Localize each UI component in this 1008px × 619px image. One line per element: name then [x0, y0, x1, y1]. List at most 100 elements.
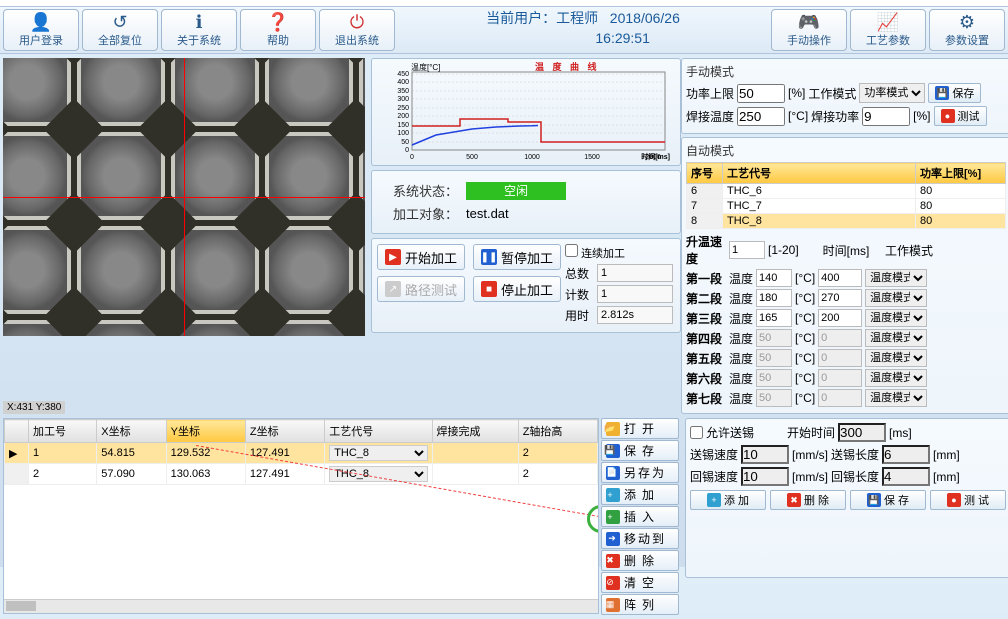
step-temp-input[interactable] [756, 369, 792, 387]
step-temp-input[interactable] [756, 309, 792, 327]
moveto-button[interactable]: ➜移动到 [601, 528, 679, 549]
step-time-input[interactable] [818, 289, 862, 307]
svg-text:150: 150 [397, 122, 409, 129]
power-limit-input[interactable] [737, 84, 785, 103]
step-mode-select[interactable]: 温度模式 [865, 369, 927, 387]
reset-button[interactable]: ↺全部复位 [82, 9, 158, 51]
recipe-save-button[interactable]: 💾保 存 [850, 490, 926, 510]
start-button[interactable]: ▶开始加工 [377, 244, 465, 270]
route-icon: ↗ [385, 281, 401, 297]
play-icon: ▶ [385, 249, 401, 265]
work-mode-select[interactable]: 功率模式 [859, 83, 925, 103]
about-button[interactable]: ℹ关于系统 [161, 9, 237, 51]
insert-button[interactable]: +插入 [601, 506, 679, 527]
step-mode-select[interactable]: 温度模式 [865, 269, 927, 287]
manual-save-button[interactable]: 💾保存 [928, 83, 981, 103]
power-icon: ⏻ [350, 12, 364, 32]
recipe-delete-button[interactable]: ✖删 除 [770, 490, 846, 510]
count-input[interactable] [597, 285, 673, 303]
status-badge: 空闲 [466, 182, 566, 200]
help-button[interactable]: ❓帮助 [240, 9, 316, 51]
heat-speed-input[interactable] [729, 241, 765, 259]
data-grid[interactable]: 加工号X坐标Y坐标Z坐标工艺代号焊接完成Z轴抬高▶154.815129.5321… [3, 418, 599, 614]
allow-wire-checkbox[interactable] [690, 426, 703, 439]
wire-back-speed-input[interactable] [741, 467, 789, 486]
step-mode-select[interactable]: 温度模式 [865, 309, 927, 327]
manual-test-button[interactable]: ●测试 [934, 106, 987, 126]
gear-icon: ⚙ [959, 12, 975, 32]
step-mode-select[interactable]: 温度模式 [865, 289, 927, 307]
wire-len-input[interactable] [882, 445, 930, 464]
step-temp-input[interactable] [756, 389, 792, 407]
step-row: 第五段温度[°C]温度模式 [686, 349, 1006, 367]
recipe-row[interactable]: 7THC_780 [687, 199, 1006, 214]
recipe-add-button[interactable]: +添 加 [690, 490, 766, 510]
svg-text:100: 100 [397, 130, 409, 137]
row-code-select[interactable]: THC_8 [329, 466, 427, 482]
chart-icon: 📈 [877, 12, 899, 32]
step-mode-select[interactable]: 温度模式 [865, 329, 927, 347]
save-icon: 💾 [867, 493, 881, 507]
step-mode-select[interactable]: 温度模式 [865, 349, 927, 367]
svg-text:0: 0 [405, 147, 409, 154]
step-row: 第一段温度[°C]温度模式 [686, 269, 1006, 287]
step-time-input[interactable] [818, 369, 862, 387]
stop-icon: ■ [481, 281, 497, 297]
recipe-test-button[interactable]: ●测 试 [930, 490, 1006, 510]
svg-text:1000: 1000 [524, 154, 540, 161]
step-time-input[interactable] [818, 309, 862, 327]
work-target: test.dat [466, 206, 509, 221]
test-icon: ● [947, 493, 961, 507]
weld-power-input[interactable] [862, 107, 910, 126]
wire-start-input[interactable] [838, 423, 886, 442]
weld-temp-input[interactable] [737, 107, 785, 126]
array-button[interactable]: ▦阵列 [601, 594, 679, 615]
table-row[interactable]: ▶154.815129.532127.491THC_82 [5, 443, 598, 464]
loop-checkbox[interactable] [565, 244, 578, 257]
step-row: 第六段温度[°C]温度模式 [686, 369, 1006, 387]
wire-back-len-input[interactable] [882, 467, 930, 486]
recipe-row[interactable]: 6THC_680 [687, 184, 1006, 199]
clear-button[interactable]: ⊘清空 [601, 572, 679, 593]
save-button[interactable]: 💾保存 [601, 440, 679, 461]
step-temp-input[interactable] [756, 289, 792, 307]
process-button[interactable]: 📈工艺参数 [850, 9, 926, 51]
step-time-input[interactable] [818, 269, 862, 287]
grid-icon: ▦ [606, 598, 620, 612]
login-button[interactable]: 👤用户登录 [3, 9, 79, 51]
total-input[interactable] [597, 264, 673, 282]
gamepad-icon: 🎮 [798, 12, 820, 32]
saveas-button[interactable]: 📄另存为 [601, 462, 679, 483]
exit-button[interactable]: ⏻退出系统 [319, 9, 395, 51]
plus-icon: + [707, 493, 721, 507]
svg-text:250: 250 [397, 105, 409, 112]
open-button[interactable]: 📂打开 [601, 418, 679, 439]
help-icon: ❓ [267, 12, 289, 32]
add-button[interactable]: +添加 [601, 484, 679, 505]
wire-speed-input[interactable] [741, 445, 789, 464]
step-time-input[interactable] [818, 389, 862, 407]
table-row[interactable]: 257.090130.063127.491THC_82 [5, 464, 598, 485]
step-mode-select[interactable]: 温度模式 [865, 389, 927, 407]
saveas-icon: 📄 [606, 466, 620, 480]
save-icon: 💾 [606, 444, 620, 458]
config-button[interactable]: ⚙参数设置 [929, 9, 1005, 51]
step-temp-input[interactable] [756, 269, 792, 287]
manual-button[interactable]: 🎮手动操作 [771, 9, 847, 51]
pause-button[interactable]: ❚❚暂停加工 [473, 244, 561, 270]
stop-button[interactable]: ■停止加工 [473, 276, 561, 302]
path-test-button[interactable]: ↗路径测试 [377, 276, 465, 302]
step-row: 第七段温度[°C]温度模式 [686, 389, 1006, 407]
row-code-select[interactable]: THC_8 [329, 445, 427, 461]
step-temp-input[interactable] [756, 329, 792, 347]
step-temp-input[interactable] [756, 349, 792, 367]
camera-view[interactable] [3, 58, 365, 336]
recipe-table[interactable]: 序号工艺代号功率上限[%]6THC_6807THC_7808THC_880 [686, 162, 1006, 229]
pause-icon: ❚❚ [481, 249, 497, 265]
step-row: 第二段温度[°C]温度模式 [686, 289, 1006, 307]
recipe-row[interactable]: 8THC_880 [687, 214, 1006, 229]
delete-button[interactable]: ✖删除 [601, 550, 679, 571]
step-row: 第四段温度[°C]温度模式 [686, 329, 1006, 347]
step-time-input[interactable] [818, 349, 862, 367]
step-time-input[interactable] [818, 329, 862, 347]
